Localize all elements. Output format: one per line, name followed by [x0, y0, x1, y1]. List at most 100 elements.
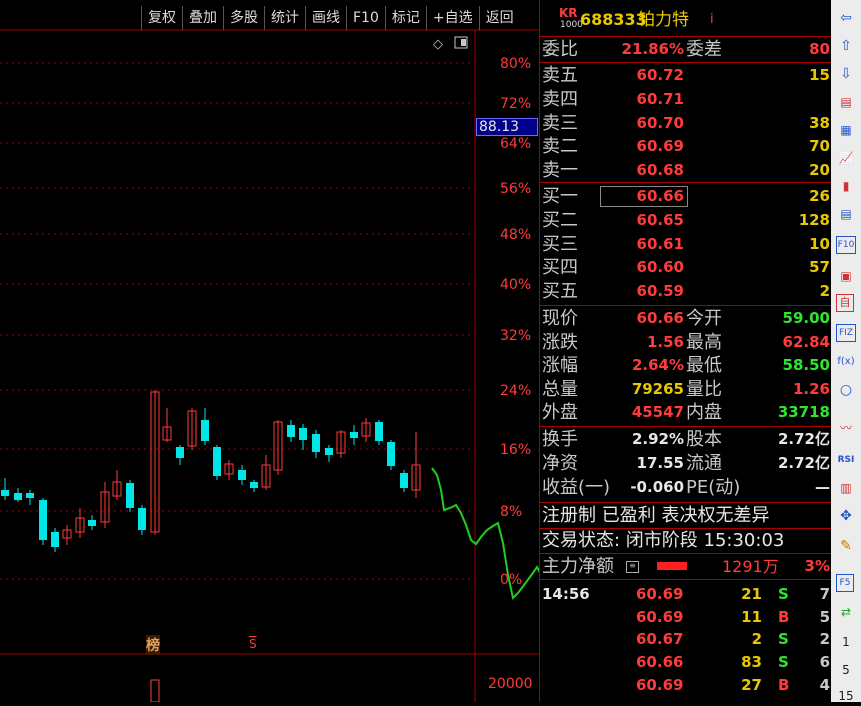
tick-count: 4: [819, 675, 830, 694]
toolbar-button-3[interactable]: 统计: [264, 6, 305, 30]
stock-header: KR 1000 688333 铂力特 i: [540, 6, 832, 34]
f10-icon[interactable]: F10: [836, 236, 856, 254]
quote-label: 现价: [542, 308, 578, 329]
toolbar-button-8[interactable]: 返回: [478, 6, 520, 30]
rsi-icon[interactable]: RSI: [836, 450, 856, 470]
volume-bar: [150, 679, 160, 702]
pct-tick-label: 24%: [500, 383, 531, 399]
tick-count: 2: [819, 630, 830, 649]
down-arrow-icon[interactable]: ⇩: [836, 64, 856, 84]
switch-icon[interactable]: ⇄: [836, 602, 856, 622]
move-icon[interactable]: ✥: [836, 506, 856, 526]
candle-body: [350, 432, 358, 438]
formula-icon[interactable]: f(x): [836, 352, 856, 372]
main-force-label: 主力净额: [542, 556, 614, 577]
sell-price: 60.71: [636, 89, 684, 108]
kline-chart[interactable]: ◇ 80% 72% 64% 56% 48% 40% 32% 24% 16% 8% 0% 20000: [0, 0, 539, 702]
buy-label: 买四: [542, 257, 578, 279]
toolbar-button-0[interactable]: 复权: [141, 6, 182, 30]
candle-body: [213, 447, 221, 476]
buy-label: 买一: [542, 186, 578, 207]
sell-row[interactable]: 卖四 60.71: [540, 88, 832, 111]
diamond-icon[interactable]: ◇: [433, 37, 443, 52]
quote-panel: KR 1000 688333 铂力特 i 委比 21.86% 委差 80 卖五 6…: [539, 0, 832, 702]
sell-mark[interactable]: S: [249, 637, 257, 651]
f12-icon[interactable]: FIZ: [836, 324, 856, 342]
pct-tick-label: 0%: [500, 572, 522, 588]
buy-volume: 57: [809, 258, 830, 277]
sell-price: 60.72: [636, 66, 684, 84]
pct-tick-label: 40%: [500, 277, 531, 293]
left-arrow-icon[interactable]: ⇦: [836, 8, 856, 28]
pct-tick-label: 8%: [500, 504, 522, 520]
quote-value-2: 33718: [777, 403, 830, 421]
trading-status: 交易状态: 闭市阶段 15:30:03: [542, 530, 785, 551]
window-toggle-icon-fill: [461, 39, 466, 46]
buy-row[interactable]: 买三 60.61 10: [540, 233, 832, 256]
pencil-icon[interactable]: ✎: [836, 536, 856, 556]
buy-row[interactable]: 买五 60.59 2: [540, 280, 832, 303]
buy-label: 买五: [542, 281, 578, 303]
news-icon[interactable]: ▤: [836, 204, 856, 224]
sell-label: 卖四: [542, 88, 578, 110]
quote-value-2: 58.50: [782, 356, 830, 374]
stat-label-2: PE(动): [686, 477, 741, 498]
sell-row[interactable]: 卖二 60.69 70: [540, 135, 832, 158]
tick-count: 7: [819, 585, 830, 603]
buy-row[interactable]: 买一 60.66 26: [540, 185, 832, 208]
toolbar-button-7[interactable]: +自选: [425, 6, 479, 30]
weicha-value: 80: [809, 40, 830, 58]
price-marker-value: 88.13: [479, 119, 520, 135]
quote-label: 涨跌: [542, 331, 578, 353]
kr-badge: KR: [559, 6, 578, 20]
quote-row: 现价 60.66 今开 59.00: [540, 307, 832, 330]
chart-toolbar: 复权 叠加 多股 统计 画线 F10 标记 +自选 返回: [141, 6, 520, 30]
tick-side: B: [778, 607, 790, 626]
weibi-row: 委比 21.86% 委差 80: [540, 38, 832, 61]
toolbar-button-6[interactable]: 标记: [384, 6, 426, 30]
tick-row: 14:56 60.69 21 S 7: [540, 583, 832, 605]
tick-row: 60.69 11 B 5: [540, 606, 832, 628]
candle-icon[interactable]: ▮: [836, 176, 856, 196]
bar-chart-icon[interactable]: ▥: [836, 478, 856, 498]
list-icon[interactable]: ≡: [626, 561, 639, 573]
refresh-icon[interactable]: ○: [836, 380, 856, 400]
main-force-row[interactable]: 主力净额 ≡ 1291万 3%: [540, 555, 832, 578]
sell-row[interactable]: 卖五 60.72 15: [540, 64, 832, 87]
tick-count: 6: [819, 653, 830, 672]
tick-volume: 21: [741, 585, 762, 603]
trend-line: [431, 467, 539, 601]
tick-side: S: [778, 630, 789, 649]
info-flag-icon[interactable]: i: [710, 8, 714, 32]
sell-label: 卖三: [542, 112, 578, 134]
line-chart-icon[interactable]: 📈: [836, 148, 856, 168]
pct-tick-label: 72%: [500, 96, 531, 112]
toolbar-button-4[interactable]: 画线: [305, 6, 346, 30]
buy-row[interactable]: 买二 60.65 128: [540, 209, 832, 232]
sell-row[interactable]: 卖一 60.68 20: [540, 159, 832, 182]
period-5[interactable]: 5: [836, 660, 856, 680]
wave-icon[interactable]: 〰: [836, 418, 856, 438]
pct-tick-label: 32%: [500, 328, 531, 344]
up-arrow-icon[interactable]: ⇧: [836, 36, 856, 56]
tick-side: S: [778, 585, 789, 603]
sell-label: 卖五: [542, 65, 578, 86]
toolbar-button-2[interactable]: 多股: [223, 6, 264, 30]
report-icon[interactable]: ▤: [836, 92, 856, 112]
period-1[interactable]: 1: [836, 632, 856, 652]
period-15[interactable]: 15: [836, 686, 856, 706]
self-select-icon[interactable]: 自: [836, 294, 854, 312]
grid-icon[interactable]: ▦: [836, 120, 856, 140]
kline-chart-area[interactable]: ◇ 80% 72% 64% 56% 48% 40% 32% 24% 16% 8% 0% 20000 复…: [0, 0, 539, 702]
toolbar-button-1[interactable]: 叠加: [182, 6, 223, 30]
quote-row: 涨幅 2.64% 最低 58.50: [540, 354, 832, 377]
buy-row[interactable]: 买四 60.60 57: [540, 256, 832, 279]
document-icon[interactable]: ▣: [836, 266, 856, 286]
buy-price: 60.61: [636, 234, 684, 253]
toolbar-button-5[interactable]: F10: [346, 6, 385, 30]
buy-volume: 10: [809, 234, 830, 253]
sell-row[interactable]: 卖三 60.70 38: [540, 112, 832, 135]
ranking-mark[interactable]: 榜: [146, 635, 160, 655]
f5-icon[interactable]: F5: [836, 574, 854, 592]
status-row: 交易状态: 闭市阶段 15:30:03: [540, 529, 832, 552]
